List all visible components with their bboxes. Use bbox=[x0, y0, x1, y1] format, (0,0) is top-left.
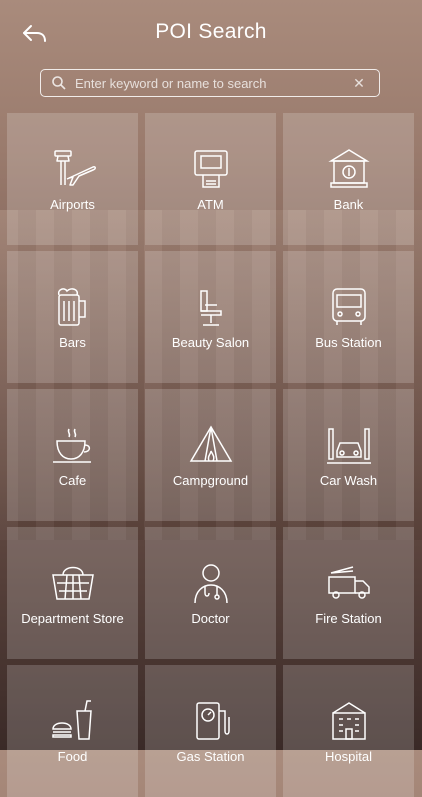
fire-truck-icon bbox=[325, 559, 373, 607]
beer-mug-icon bbox=[49, 283, 97, 331]
search-bar: ✕ bbox=[40, 69, 380, 97]
category-tile-beauty-salon[interactable]: Beauty Salon bbox=[145, 251, 276, 383]
gas-pump-icon bbox=[187, 697, 235, 745]
category-tile-hospital[interactable]: Hospital bbox=[283, 665, 414, 797]
category-label: Campground bbox=[172, 473, 249, 488]
category-label: Bank bbox=[333, 197, 364, 212]
category-tile-atm[interactable]: ATM bbox=[145, 113, 276, 245]
atm-icon bbox=[187, 145, 235, 193]
category-tile-fire-station[interactable]: Fire Station bbox=[283, 527, 414, 659]
category-tile-bank[interactable]: Bank bbox=[283, 113, 414, 245]
shopping-basket-icon bbox=[49, 559, 97, 607]
search-input[interactable] bbox=[67, 70, 349, 96]
category-tile-gas-station[interactable]: Gas Station bbox=[145, 665, 276, 797]
category-label: Cafe bbox=[58, 473, 87, 488]
category-label: Bus Station bbox=[315, 335, 382, 350]
category-label: Beauty Salon bbox=[171, 335, 250, 350]
category-tile-cafe[interactable]: Cafe bbox=[7, 389, 138, 521]
category-label: Gas Station bbox=[176, 749, 245, 764]
category-label: Hospital bbox=[325, 749, 372, 764]
category-tile-department-store[interactable]: Department Store bbox=[7, 527, 138, 659]
page-title: POI Search bbox=[155, 20, 267, 43]
category-label: Fire Station bbox=[315, 611, 382, 626]
airport-icon bbox=[49, 145, 97, 193]
salon-chair-icon bbox=[187, 283, 235, 331]
category-label: Department Store bbox=[21, 611, 124, 626]
bus-icon bbox=[325, 283, 373, 331]
category-label: Doctor bbox=[191, 611, 230, 626]
category-label: Food bbox=[57, 749, 88, 764]
category-tile-doctor[interactable]: Doctor bbox=[145, 527, 276, 659]
category-label: ATM bbox=[197, 197, 224, 212]
search-icon bbox=[52, 76, 66, 90]
category-tile-airports[interactable]: Airports bbox=[7, 113, 138, 245]
bank-icon bbox=[325, 145, 373, 193]
category-label: Bars bbox=[59, 335, 86, 350]
category-tile-bars[interactable]: Bars bbox=[7, 251, 138, 383]
category-tile-car-wash[interactable]: Car Wash bbox=[283, 389, 414, 521]
coffee-cup-icon bbox=[49, 421, 97, 469]
doctor-icon bbox=[187, 559, 235, 607]
burger-drink-icon bbox=[49, 697, 97, 745]
category-tile-bus-station[interactable]: Bus Station bbox=[283, 251, 414, 383]
tent-icon bbox=[187, 421, 235, 469]
car-wash-icon bbox=[325, 421, 373, 469]
category-tile-food[interactable]: Food bbox=[7, 665, 138, 797]
header-bar: POI Search bbox=[0, 0, 422, 66]
category-tile-campground[interactable]: Campground bbox=[145, 389, 276, 521]
category-label: Airports bbox=[50, 197, 95, 212]
category-label: Car Wash bbox=[319, 473, 378, 488]
hospital-icon bbox=[325, 697, 373, 745]
clear-search-icon[interactable]: ✕ bbox=[349, 75, 369, 92]
category-grid: Airports ATM Bank Bars Beauty Salon Bus … bbox=[7, 113, 415, 797]
